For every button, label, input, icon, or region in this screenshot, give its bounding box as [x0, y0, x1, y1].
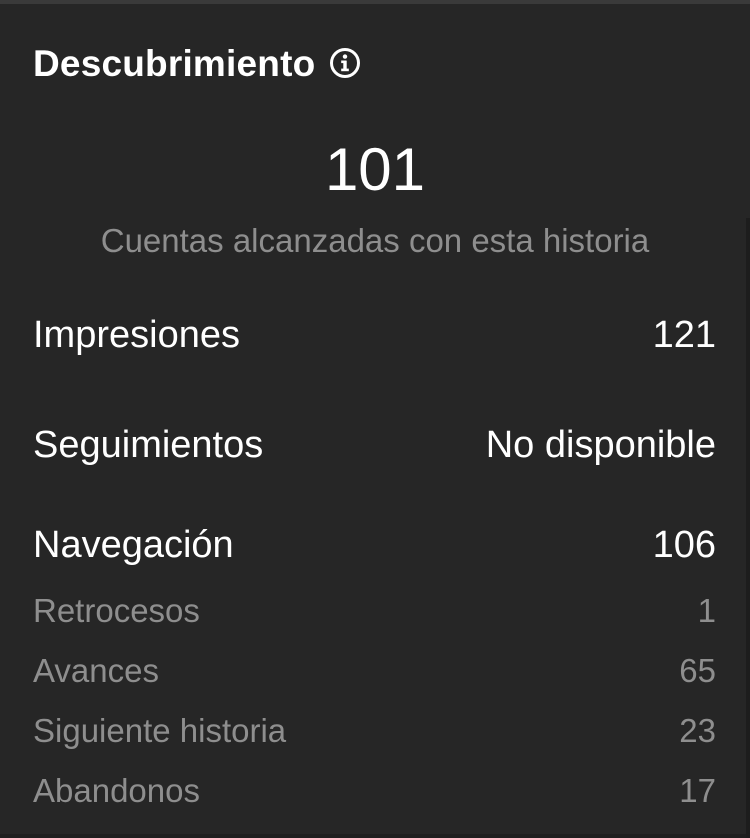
navigation-label: Avances: [33, 651, 159, 689]
scroll-track: [746, 218, 750, 838]
navigation-value: 23: [679, 711, 716, 749]
metric-value: No disponible: [485, 424, 716, 466]
navigation-value: 17: [679, 771, 716, 809]
section-title: Descubrimiento: [33, 42, 316, 84]
navigation-row-back: Retrocesos 1: [33, 590, 716, 630]
metric-row-follows: Seguimientos No disponible: [33, 422, 716, 468]
discovery-panel: Descubrimiento 101 Cuentas alcanzadas co…: [0, 4, 750, 838]
navigation-row-forward: Avances 65: [33, 650, 716, 690]
metric-value: 121: [652, 314, 716, 356]
navigation-label: Siguiente historia: [33, 711, 287, 749]
navigation-label: Abandonos: [33, 771, 200, 809]
navigation-value: 65: [679, 651, 716, 689]
navigation-value: 1: [697, 591, 716, 629]
accounts-reached-value: 101: [324, 136, 426, 203]
navigation-row-exits: Abandonos 17: [33, 770, 716, 810]
section-header: Descubrimiento: [33, 38, 361, 88]
info-icon[interactable]: [329, 47, 361, 79]
navigation-row-next-story: Siguiente historia 23: [33, 710, 716, 750]
metric-row-impressions: Impresiones 121: [33, 312, 716, 358]
metric-label: Navegación: [33, 524, 234, 566]
metric-label: Seguimientos: [33, 424, 264, 466]
metric-row-navigation: Navegación 106: [33, 522, 716, 568]
accounts-reached-caption: Cuentas alcanzadas con esta historia: [100, 222, 650, 259]
navigation-label: Retrocesos: [33, 591, 200, 629]
metric-value: 106: [652, 524, 716, 566]
metric-label: Impresiones: [33, 314, 240, 356]
